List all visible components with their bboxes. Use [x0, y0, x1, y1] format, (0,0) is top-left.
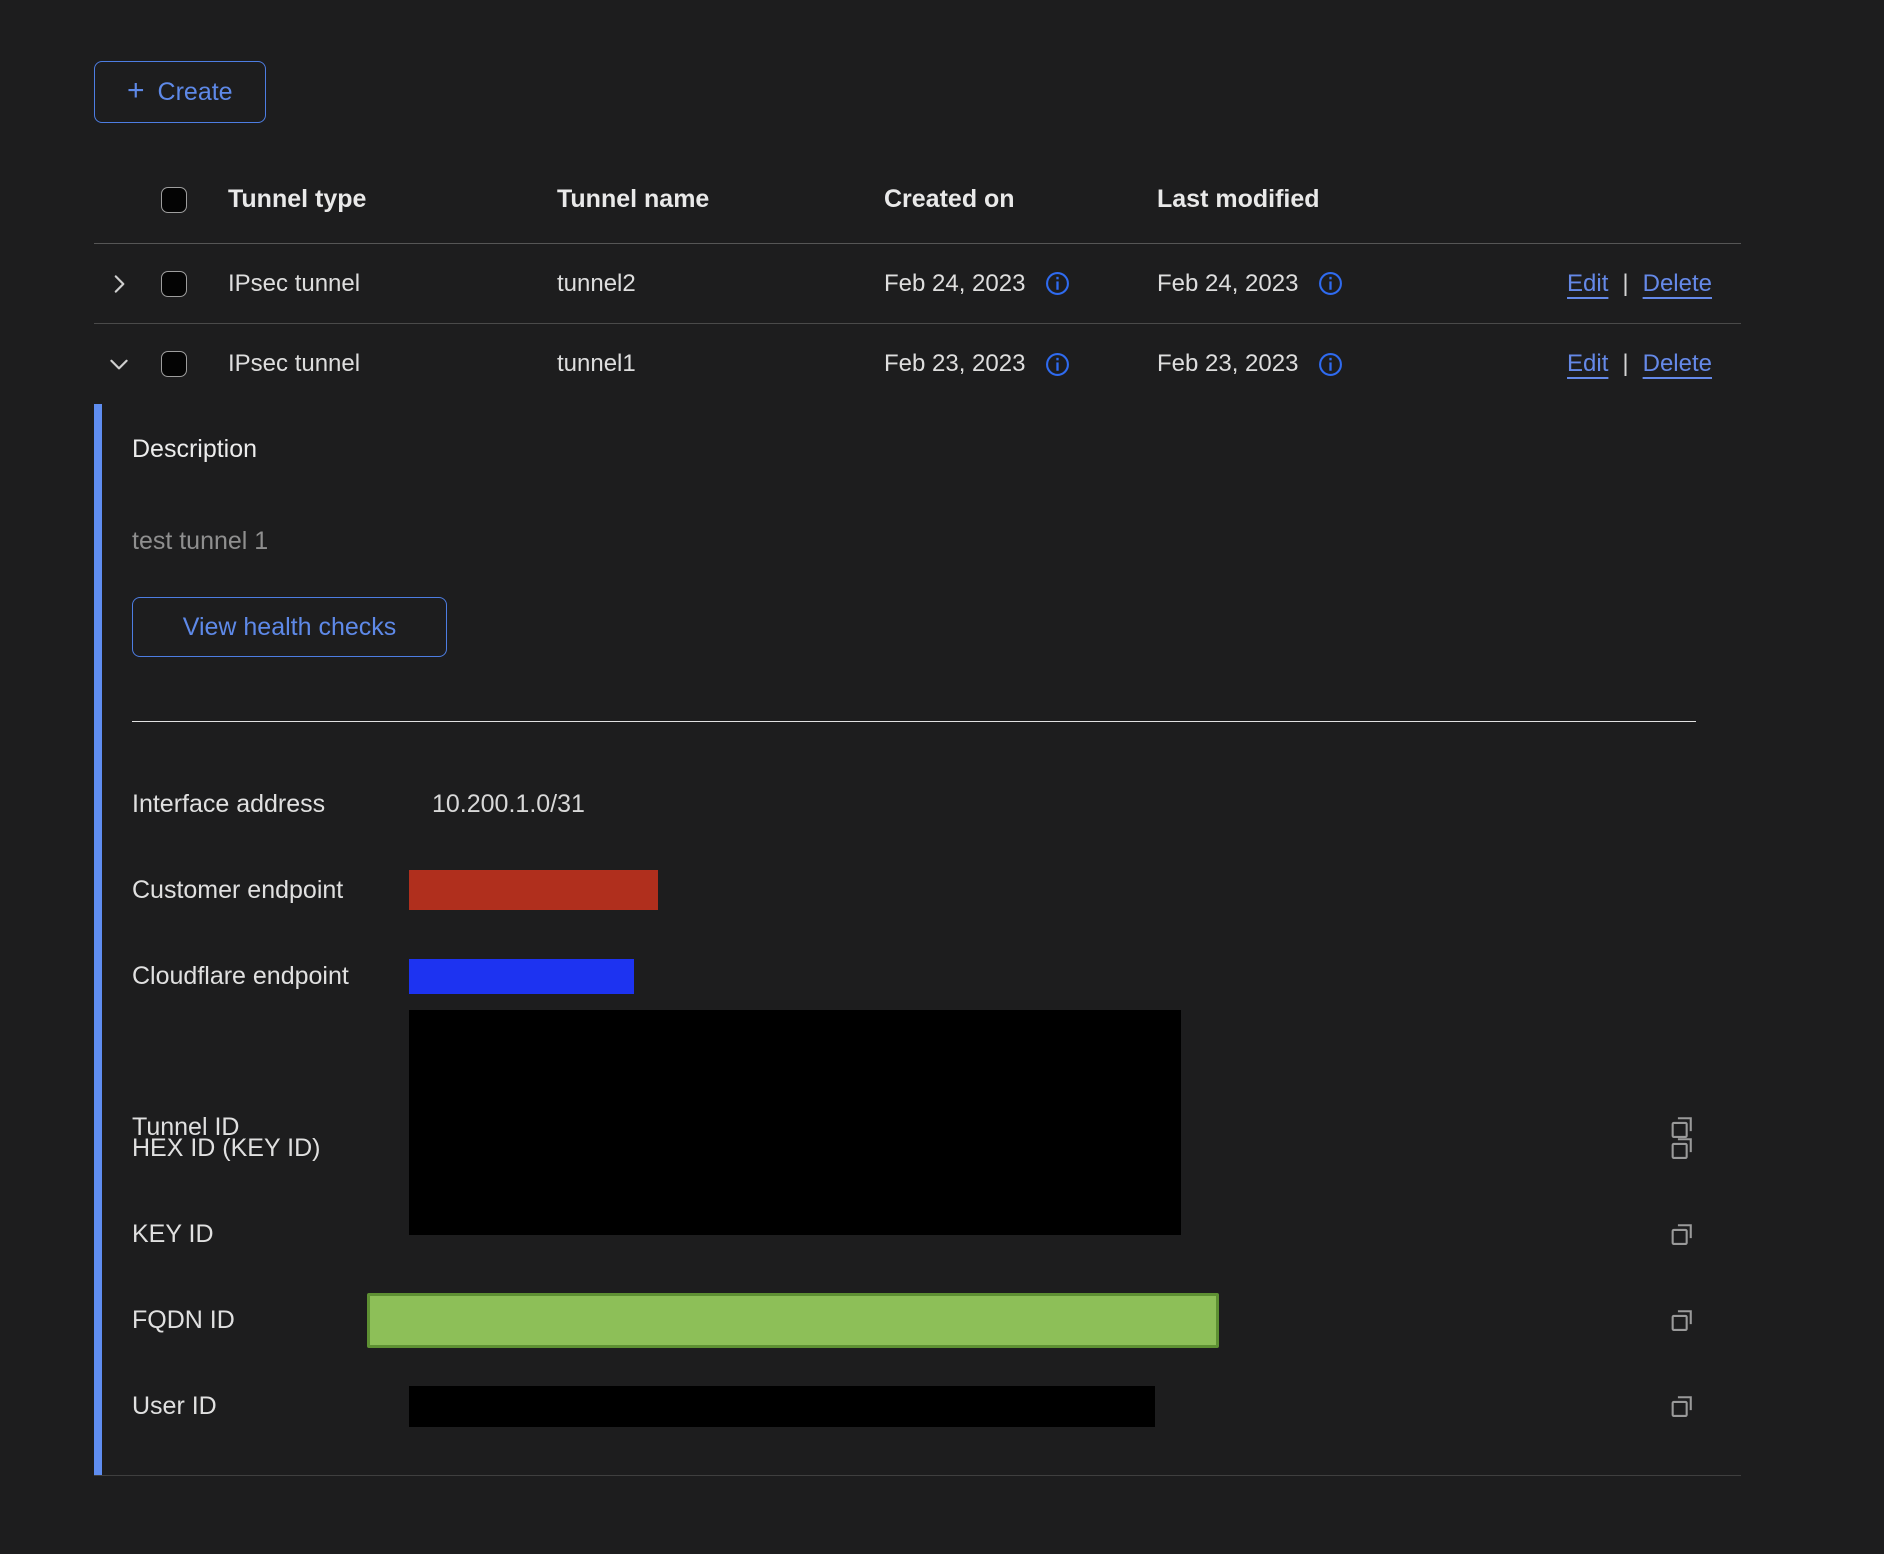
tunnel-detail-list: Interface address 10.200.1.0/31 Customer…: [132, 761, 1696, 1449]
tunnels-table: Tunnel type Tunnel name Created on Last …: [94, 156, 1741, 1476]
delete-link[interactable]: Delete: [1643, 270, 1712, 298]
header-created-on: Created on: [884, 185, 1157, 214]
info-icon[interactable]: [1318, 351, 1344, 377]
last-modified-cell: Feb 24, 2023: [1157, 270, 1298, 298]
select-all-checkbox[interactable]: [161, 187, 187, 213]
last-modified-cell: Feb 23, 2023: [1157, 350, 1298, 378]
detail-row-customer-endpoint: Customer endpoint: [132, 847, 1696, 933]
created-on-cell: Feb 23, 2023: [884, 350, 1025, 378]
description-label: Description: [132, 434, 1696, 464]
create-button-label: Create: [158, 78, 233, 107]
tunnels-page: + Create Tunnel type Tunnel name Created…: [0, 0, 1884, 1476]
copy-icon[interactable]: [1668, 1392, 1696, 1420]
table-row: IPsec tunnel tunnel1 Feb 23, 2023 Feb 23…: [94, 324, 1741, 404]
header-tunnel-name: Tunnel name: [557, 185, 884, 214]
tunnel-type-cell: IPsec tunnel: [228, 350, 557, 378]
detail-row-tunnel-id: Tunnel ID: [132, 1019, 1696, 1105]
info-icon[interactable]: [1318, 271, 1344, 297]
detail-row-interface-address: Interface address 10.200.1.0/31: [132, 761, 1696, 847]
detail-row-fqdn-id: FQDN ID: [132, 1277, 1696, 1363]
detail-label: HEX ID (KEY ID): [132, 1134, 409, 1163]
info-icon[interactable]: [1045, 351, 1071, 377]
redacted-value-green: [367, 1293, 1219, 1348]
table-header-row: Tunnel type Tunnel name Created on Last …: [94, 156, 1741, 244]
header-tunnel-type: Tunnel type: [228, 185, 557, 214]
view-health-checks-button[interactable]: View health checks: [132, 597, 447, 657]
detail-label: KEY ID: [132, 1220, 409, 1249]
edit-link[interactable]: Edit: [1567, 270, 1608, 298]
delete-link[interactable]: Delete: [1643, 350, 1712, 378]
tunnel-type-cell: IPsec tunnel: [228, 270, 557, 298]
detail-label: User ID: [132, 1392, 409, 1421]
copy-icon[interactable]: [1668, 1306, 1696, 1334]
header-last-modified: Last modified: [1157, 185, 1540, 214]
copy-icon[interactable]: [1668, 1220, 1696, 1248]
interface-address-value: 10.200.1.0/31: [409, 790, 1668, 819]
table-bottom-divider: [94, 1475, 1741, 1476]
detail-label: Cloudflare endpoint: [132, 962, 409, 991]
tunnel-name-cell: tunnel1: [557, 350, 884, 378]
detail-label: Interface address: [132, 790, 409, 819]
chevron-right-icon[interactable]: [104, 269, 134, 299]
action-separator: |: [1622, 270, 1628, 298]
chevron-down-icon[interactable]: [104, 349, 134, 379]
redacted-value-black: [409, 1010, 1181, 1235]
plus-icon: +: [127, 76, 145, 106]
row-checkbox[interactable]: [161, 271, 187, 297]
copy-icon[interactable]: [1668, 1134, 1696, 1162]
detail-label: Customer endpoint: [132, 876, 409, 905]
created-on-cell: Feb 24, 2023: [884, 270, 1025, 298]
redacted-value-red: [409, 870, 658, 910]
redacted-value-black: [409, 1386, 1155, 1427]
info-icon[interactable]: [1045, 271, 1071, 297]
create-button[interactable]: + Create: [94, 61, 266, 123]
table-row: IPsec tunnel tunnel2 Feb 24, 2023 Feb 24…: [94, 244, 1741, 324]
tunnel-name-cell: tunnel2: [557, 270, 884, 298]
description-text: test tunnel 1: [132, 526, 1696, 556]
panel-divider: [132, 721, 1696, 722]
redacted-value-blue: [409, 959, 634, 994]
edit-link[interactable]: Edit: [1567, 350, 1608, 378]
tunnel-details-panel: Description test tunnel 1 View health ch…: [94, 404, 1741, 1475]
action-separator: |: [1622, 350, 1628, 378]
detail-row-cloudflare-endpoint: Cloudflare endpoint: [132, 933, 1696, 1019]
detail-row-user-id: User ID: [132, 1363, 1696, 1449]
row-checkbox[interactable]: [161, 351, 187, 377]
